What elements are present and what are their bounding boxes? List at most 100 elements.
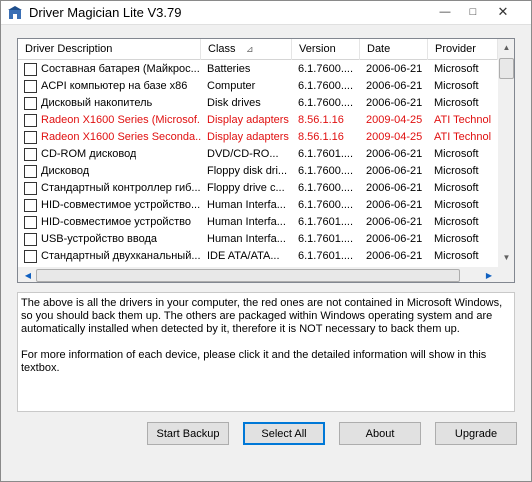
row-class: Human Interfa... <box>207 199 286 211</box>
column-header-date[interactable]: Date <box>360 39 428 60</box>
column-header-provider[interactable]: Provider <box>428 39 498 60</box>
row-version: 8.56.1.16 <box>298 131 344 143</box>
row-description: HID-совместимое устройство... <box>41 199 201 211</box>
scrollbar-corner <box>498 267 514 282</box>
row-checkbox[interactable] <box>24 233 37 246</box>
row-provider: Microsoft <box>434 148 479 160</box>
driver-row[interactable]: Стандартный двухканальный... IDE ATA/ATA… <box>18 248 498 265</box>
row-checkbox[interactable] <box>24 80 37 93</box>
row-checkbox[interactable] <box>24 165 37 178</box>
row-version: 6.1.7601.... <box>298 148 354 160</box>
row-version: 6.1.7600.... <box>298 80 354 92</box>
upgrade-button[interactable]: Upgrade <box>435 422 517 445</box>
main-window: Driver Magician Lite V3.79 — □ ✕ Driver … <box>0 0 532 482</box>
row-checkbox[interactable] <box>24 216 37 229</box>
vertical-scrollbar[interactable]: ▲ ▼ <box>498 39 514 267</box>
scroll-up-icon[interactable]: ▲ <box>498 41 514 55</box>
sort-indicator-icon: ⊿ <box>246 44 254 54</box>
row-provider: Microsoft <box>434 250 479 262</box>
close-icon[interactable]: ✕ <box>489 3 517 21</box>
column-header-class-label: Class <box>208 43 236 55</box>
column-header-description[interactable]: Driver Description <box>18 39 201 60</box>
horizontal-scrollbar[interactable]: ◀ ▶ <box>18 267 498 282</box>
row-checkbox[interactable] <box>24 114 37 127</box>
row-provider: ATI Technol <box>434 131 492 143</box>
row-provider: Microsoft <box>434 80 479 92</box>
driver-row[interactable]: Дисковый накопитель Disk drives 6.1.7600… <box>18 95 498 112</box>
horizontal-scroll-thumb[interactable] <box>36 269 460 282</box>
row-checkbox[interactable] <box>24 182 37 195</box>
column-header-class[interactable]: Class ⊿ <box>201 39 292 60</box>
row-description: Стандартный двухканальный... <box>41 250 201 262</box>
row-version: 6.1.7601.... <box>298 233 354 245</box>
row-date: 2006-06-21 <box>366 165 423 177</box>
maximize-icon[interactable]: □ <box>461 3 485 21</box>
driver-row[interactable]: HID-совместимое устройство... Human Inte… <box>18 197 498 214</box>
row-date: 2006-06-21 <box>366 233 423 245</box>
row-date: 2006-06-21 <box>366 63 423 75</box>
list-rows: Составная батарея (Майкрос... Batteries … <box>18 61 498 265</box>
row-description: Radeon X1600 Series Seconda... <box>41 131 201 143</box>
row-class: Floppy disk dri... <box>207 165 288 177</box>
row-version: 6.1.7600.... <box>298 97 354 109</box>
row-checkbox[interactable] <box>24 199 37 212</box>
driver-row[interactable]: CD-ROM дисковод DVD/CD-RO... 6.1.7601...… <box>18 146 498 163</box>
row-class: Batteries <box>207 63 251 75</box>
vertical-scroll-thumb[interactable] <box>499 58 514 79</box>
scroll-left-icon[interactable]: ◀ <box>21 267 35 282</box>
about-button[interactable]: About <box>339 422 421 445</box>
driver-row[interactable]: Составная батарея (Майкрос... Batteries … <box>18 61 498 78</box>
row-checkbox[interactable] <box>24 148 37 161</box>
row-version: 6.1.7600.... <box>298 63 354 75</box>
row-provider: ATI Technol <box>434 114 492 126</box>
row-version: 6.1.7601.... <box>298 216 354 228</box>
row-description: ACPI компьютер на базе x86 <box>41 80 188 92</box>
row-checkbox[interactable] <box>24 131 37 144</box>
row-date: 2009-04-25 <box>366 131 423 143</box>
row-description: Radeon X1600 Series (Microsof... <box>41 114 201 126</box>
row-provider: Microsoft <box>434 63 479 75</box>
scroll-down-icon[interactable]: ▼ <box>498 251 514 265</box>
row-date: 2006-06-21 <box>366 216 423 228</box>
row-date: 2006-06-21 <box>366 80 423 92</box>
row-checkbox[interactable] <box>24 97 37 110</box>
minimize-icon[interactable]: — <box>433 3 457 21</box>
row-description: USB-устройство ввода <box>41 233 157 245</box>
row-date: 2006-06-21 <box>366 148 423 160</box>
row-class: Floppy drive c... <box>207 182 285 194</box>
row-provider: Microsoft <box>434 216 479 228</box>
scroll-right-icon[interactable]: ▶ <box>482 267 496 282</box>
info-paragraph-2: For more information of each device, ple… <box>21 349 487 374</box>
row-checkbox[interactable] <box>24 250 37 263</box>
row-class: DVD/CD-RO... <box>207 148 279 160</box>
row-class: IDE ATA/ATA... <box>207 250 280 262</box>
driver-row-third-party[interactable]: Radeon X1600 Series (Microsof... Display… <box>18 112 498 129</box>
row-provider: Microsoft <box>434 199 479 211</box>
row-class: Disk drives <box>207 97 261 109</box>
row-date: 2006-06-21 <box>366 97 423 109</box>
row-checkbox[interactable] <box>24 63 37 76</box>
driver-row-third-party[interactable]: Radeon X1600 Series Seconda... Display a… <box>18 129 498 146</box>
title-bar[interactable]: Driver Magician Lite V3.79 — □ ✕ <box>1 1 531 25</box>
row-date: 2006-06-21 <box>366 250 423 262</box>
row-class: Human Interfa... <box>207 233 286 245</box>
driver-row[interactable]: HID-совместимое устройство Human Interfa… <box>18 214 498 231</box>
row-description: HID-совместимое устройство <box>41 216 191 228</box>
column-header-version[interactable]: Version <box>292 39 360 60</box>
driver-row[interactable]: Стандартный контроллер гиб... Floppy dri… <box>18 180 498 197</box>
row-date: 2006-06-21 <box>366 182 423 194</box>
info-textbox[interactable]: The above is all the drivers in your com… <box>17 292 515 412</box>
driver-row[interactable]: ACPI компьютер на базе x86 Computer 6.1.… <box>18 78 498 95</box>
driver-row[interactable]: USB-устройство ввода Human Interfa... 6.… <box>18 231 498 248</box>
row-description: Дисковод <box>41 165 90 177</box>
driver-list[interactable]: Driver Description Class ⊿ Version Date … <box>17 38 515 283</box>
select-all-button[interactable]: Select All <box>243 422 325 445</box>
driver-row[interactable]: Дисковод Floppy disk dri... 6.1.7600....… <box>18 163 498 180</box>
start-backup-button[interactable]: Start Backup <box>147 422 229 445</box>
row-version: 6.1.7600.... <box>298 165 354 177</box>
row-version: 6.1.7600.... <box>298 182 354 194</box>
row-provider: Microsoft <box>434 182 479 194</box>
row-version: 6.1.7600.... <box>298 199 354 211</box>
row-date: 2006-06-21 <box>366 199 423 211</box>
row-description: Составная батарея (Майкрос... <box>41 63 200 75</box>
